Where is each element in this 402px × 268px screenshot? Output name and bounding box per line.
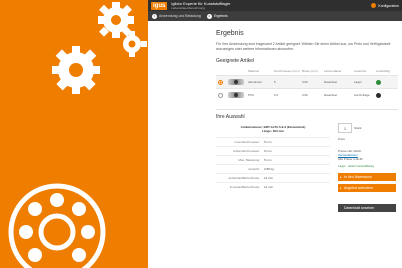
step-2[interactable]: 2 Ergebnis: [206, 13, 228, 19]
spec-label: Innenlaufflächenbreite:: [229, 185, 260, 189]
request-quote-button[interactable]: Angebot anfordern: [338, 184, 396, 192]
spec-line: Max. Belastung: 5 mm: [216, 155, 330, 164]
step-number: 1: [152, 13, 157, 19]
price-label: Preis: [338, 137, 345, 141]
article-length: Länge: 300 mm: [262, 129, 284, 133]
config-menu[interactable]: Konfiguration: [371, 3, 399, 8]
step-number: 2: [206, 13, 212, 19]
spec-value: 9 mm: [264, 149, 272, 153]
config-label: Konfiguration: [378, 3, 399, 8]
spec-line: Außenlaufflächenbreite: 12 mm: [216, 173, 330, 182]
igus-logo[interactable]: igus: [151, 1, 168, 10]
top-bar: igus iglidur Experte für Kunststofflager…: [148, 0, 402, 11]
cell-delivery: Lager: [354, 80, 362, 84]
availability-icon: [376, 92, 381, 98]
step-1[interactable]: 1 Anwendung und Belastung: [152, 13, 201, 19]
spec-line: Gewicht: 0.88 kg: [216, 164, 330, 173]
app-title-text: iglidur Experte für Kunststofflager: [171, 0, 231, 6]
col-material: Material: [248, 69, 259, 73]
spec-value: 5 mm: [264, 158, 272, 162]
selection-panel: Artikelnummer: BRT-AL55-5-9-3 (Einzelstü…: [216, 123, 398, 215]
spec-value: 12 mm: [264, 176, 274, 180]
cell-life: Dauerfest: [324, 80, 338, 84]
suitable-heading: Geeignete Artikel: [216, 58, 255, 64]
quantity-unit: Stück: [354, 126, 362, 130]
col-delivery: Lieferzeit: [354, 69, 367, 73]
cell-material: Aluminium: [248, 80, 263, 84]
row-radio[interactable]: [218, 79, 223, 85]
step-label: Ergebnis: [213, 14, 228, 18]
stock-status: Lager - direkt versandfertig: [338, 164, 374, 168]
table-row[interactable]: Aluminium 5 3.00 Dauerfest Lager: [216, 75, 398, 88]
datasheet-button[interactable]: Datenblatt ansehen: [338, 204, 396, 212]
spec-line: Innendurchmesser: 5 mm: [216, 137, 330, 146]
app-title: iglidur Experte für Kunststofflager Lebe…: [171, 0, 231, 10]
app-subtitle: Lebensdauerberechnung: [171, 5, 205, 10]
cell-width: 3.00: [302, 93, 308, 97]
col-life: Lebensdauer: [324, 69, 342, 73]
cell-material: PVC: [248, 93, 255, 97]
spec-label: Gewicht:: [248, 167, 260, 171]
quantity-input[interactable]: 1: [338, 123, 352, 133]
config-icon: [371, 3, 377, 8]
spec-line: Außendurchmesser: 9 mm: [216, 146, 330, 155]
cell-diameter: 5,2: [274, 93, 279, 97]
add-to-cart-button[interactable]: In den Warenkorb: [338, 173, 396, 181]
spec-label: Innendurchmesser:: [234, 140, 260, 144]
cell-life: Dauerfest: [324, 93, 338, 97]
spec-label: Max. Belastung:: [238, 158, 260, 162]
col-diameter: Durchmesser (mm): [274, 69, 300, 73]
table-row[interactable]: PVC 5,2 3.00 Dauerfest Auf Anfrage: [216, 88, 398, 101]
table-header: Material Durchmesser (mm) Breite (mm) Le…: [216, 67, 398, 75]
articles-table: Material Durchmesser (mm) Breite (mm) Le…: [216, 67, 398, 101]
spec-value: 0.88 kg: [264, 167, 274, 171]
spec-label: Außenlaufflächenbreite:: [228, 176, 260, 180]
quantity-row: 1 Stück: [338, 123, 396, 133]
spec-value: 12 mm: [264, 185, 274, 189]
col-width: Breite (mm): [302, 69, 318, 73]
spec-value: 5 mm: [264, 140, 272, 144]
cell-delivery: Auf Anfrage: [354, 93, 370, 97]
intro-text: Für Ihre Anwendung sind insgesamt 2 Arti…: [216, 42, 391, 51]
shop-panel: 1 Stück Preis Preise inkl. MwSt. Versand…: [338, 123, 396, 215]
row-radio[interactable]: [218, 92, 223, 98]
gears-illustration: [8, 2, 147, 268]
cell-diameter: 5: [274, 80, 276, 84]
currency-note: Alle Preise in EUR: [338, 157, 363, 161]
divider: [216, 109, 398, 110]
step-label: Anwendung und Belastung: [159, 14, 201, 18]
bearing-thumbnail: [228, 92, 244, 98]
spec-line: Innenlaufflächenbreite: 12 mm: [216, 182, 330, 191]
decorative-gear-panel: [0, 0, 148, 268]
result-content: Ergebnis Für Ihre Anwendung sind insgesa…: [216, 30, 398, 215]
col-available: Lieferfähig: [376, 69, 391, 73]
selection-heading: Ihre Auswahl: [216, 114, 245, 120]
configurator-window: igus iglidur Experte für Kunststofflager…: [148, 0, 402, 268]
spec-table: Artikelnummer: BRT-AL55-5-9-3 (Einzelstü…: [216, 123, 330, 215]
spec-label: Außendurchmesser:: [232, 149, 260, 153]
step-navigation: 1 Anwendung und Belastung 2 Ergebnis: [148, 11, 402, 21]
spec-header: Artikelnummer: BRT-AL55-5-9-3 (Einzelstü…: [216, 123, 330, 137]
bearing-balls: [19, 193, 95, 262]
page-title: Ergebnis: [216, 30, 244, 37]
availability-icon: [376, 79, 381, 85]
cell-width: 3.00: [302, 80, 308, 84]
bearing-thumbnail: [228, 79, 244, 85]
